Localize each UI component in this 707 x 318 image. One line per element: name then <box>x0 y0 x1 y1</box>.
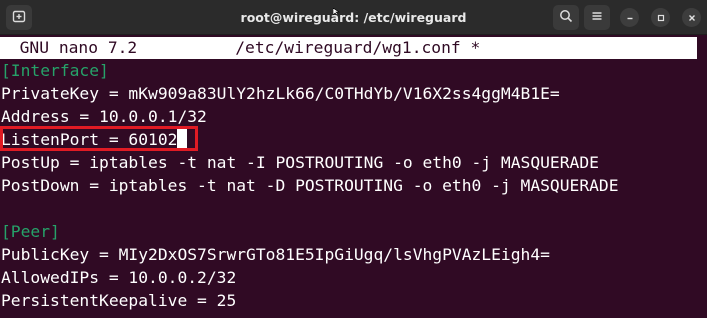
terminal-area[interactable]: GNU nano 7.2 /etc/wireguard/wg1.conf * [… <box>0 35 707 318</box>
hamburger-menu-icon <box>590 8 604 27</box>
file-line[interactable]: PostUp = iptables -t nat -I POSTROUTING … <box>1 151 599 174</box>
close-icon <box>687 8 697 27</box>
file-line[interactable]: Address = 10.0.0.1/32 <box>1 105 207 128</box>
maximize-button[interactable] <box>651 8 670 27</box>
search-icon <box>559 8 573 27</box>
minimize-icon <box>625 8 635 27</box>
highlight-annotation-box <box>0 126 198 151</box>
new-tab-button[interactable] <box>6 5 32 30</box>
menu-button[interactable] <box>584 5 610 30</box>
file-line[interactable]: PostDown = iptables -t nat -D POSTROUTIN… <box>1 174 619 197</box>
title-bar: root@wireguard: /etc/wireguard <box>0 0 707 35</box>
close-button[interactable] <box>682 8 701 27</box>
minimize-button[interactable] <box>620 8 639 27</box>
nano-title-bar: GNU nano 7.2 /etc/wireguard/wg1.conf * <box>0 37 697 59</box>
file-line[interactable]: PrivateKey = mKw909a83UlY2hzLk66/C0THdYb… <box>1 82 560 105</box>
terminal-window: root@wireguard: /etc/wireguard GNU nano … <box>0 0 707 318</box>
file-line-section-header[interactable]: [Peer] <box>1 220 60 243</box>
maximize-icon <box>656 8 666 27</box>
search-button[interactable] <box>553 5 579 30</box>
mouse-pointer-icon <box>332 0 342 19</box>
file-line-section-header[interactable]: [Interface] <box>1 59 109 82</box>
file-line[interactable]: PublicKey = MIy2DxOS7SrwrGTo81E5IpGiUgq/… <box>1 243 550 266</box>
file-line[interactable]: AllowedIPs = 10.0.0.2/32 <box>1 266 236 289</box>
new-tab-icon <box>12 8 26 27</box>
file-line[interactable]: PersistentKeepalive = 25 <box>1 289 236 312</box>
